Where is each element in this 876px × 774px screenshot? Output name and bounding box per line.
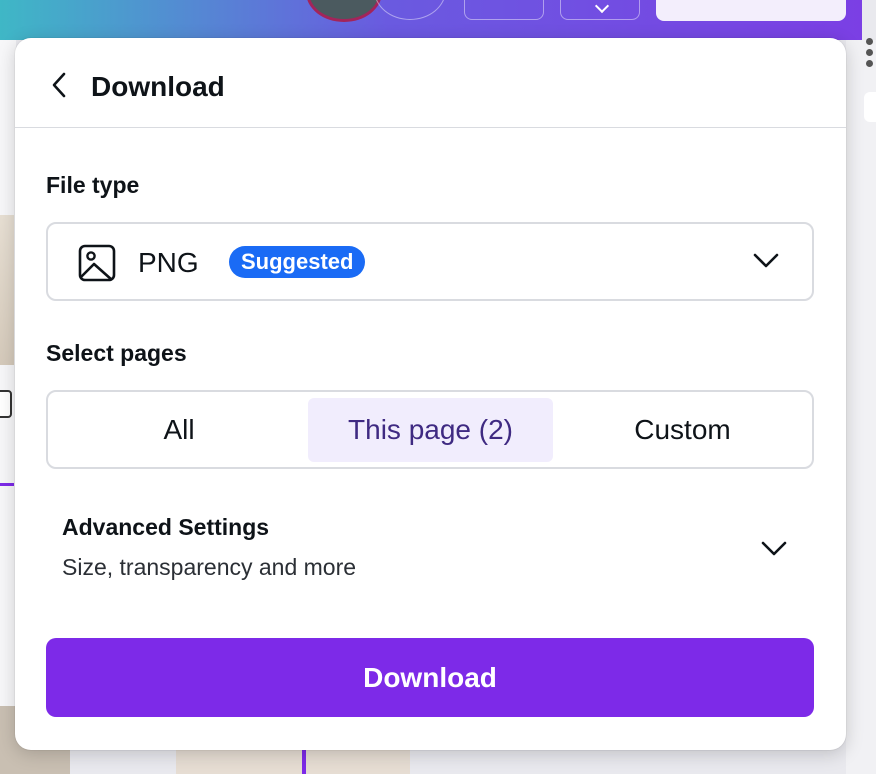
pages-option-all[interactable]: All <box>54 398 304 462</box>
file-type-value: PNG <box>138 247 199 278</box>
download-button[interactable]: Download <box>46 638 814 717</box>
side-tab[interactable] <box>864 92 876 122</box>
download-panel: Download File type PNG Suggested Select … <box>15 38 846 750</box>
pages-option-this-page[interactable]: This page (2) <box>308 398 553 462</box>
page-thumbnail[interactable] <box>176 748 410 774</box>
editor-right-strip <box>846 40 876 774</box>
toolbar-dropdown-button[interactable] <box>560 0 640 20</box>
back-button[interactable] <box>45 70 75 100</box>
share-button[interactable] <box>656 0 846 21</box>
chevron-left-icon <box>52 72 66 98</box>
suggested-badge: Suggested <box>229 246 366 278</box>
select-pages-control: All This page (2) Custom <box>46 390 814 469</box>
page-thumbnail[interactable] <box>0 215 14 365</box>
file-type-dropdown[interactable]: PNG Suggested <box>46 222 814 301</box>
editor-top-bar <box>0 0 862 40</box>
add-page-icon[interactable] <box>0 390 12 418</box>
advanced-settings-subtitle: Size, transparency and more <box>62 554 357 580</box>
file-type-label: File type <box>46 172 140 198</box>
select-pages-label: Select pages <box>46 340 187 366</box>
page-indicator <box>0 483 14 486</box>
chevron-down-icon <box>761 541 787 556</box>
panel-title: Download <box>91 71 225 102</box>
chevron-down-icon <box>753 253 779 268</box>
pages-option-custom[interactable]: Custom <box>557 398 808 462</box>
collaborator-avatar[interactable] <box>374 0 446 20</box>
more-options-icon[interactable] <box>866 38 876 72</box>
image-icon <box>78 244 116 282</box>
advanced-settings-toggle[interactable]: Advanced Settings Size, transparency and… <box>46 498 814 598</box>
avatar[interactable] <box>306 0 382 22</box>
toolbar-button[interactable] <box>464 0 544 20</box>
advanced-settings-title: Advanced Settings <box>62 514 270 540</box>
panel-header: Download <box>15 38 846 128</box>
